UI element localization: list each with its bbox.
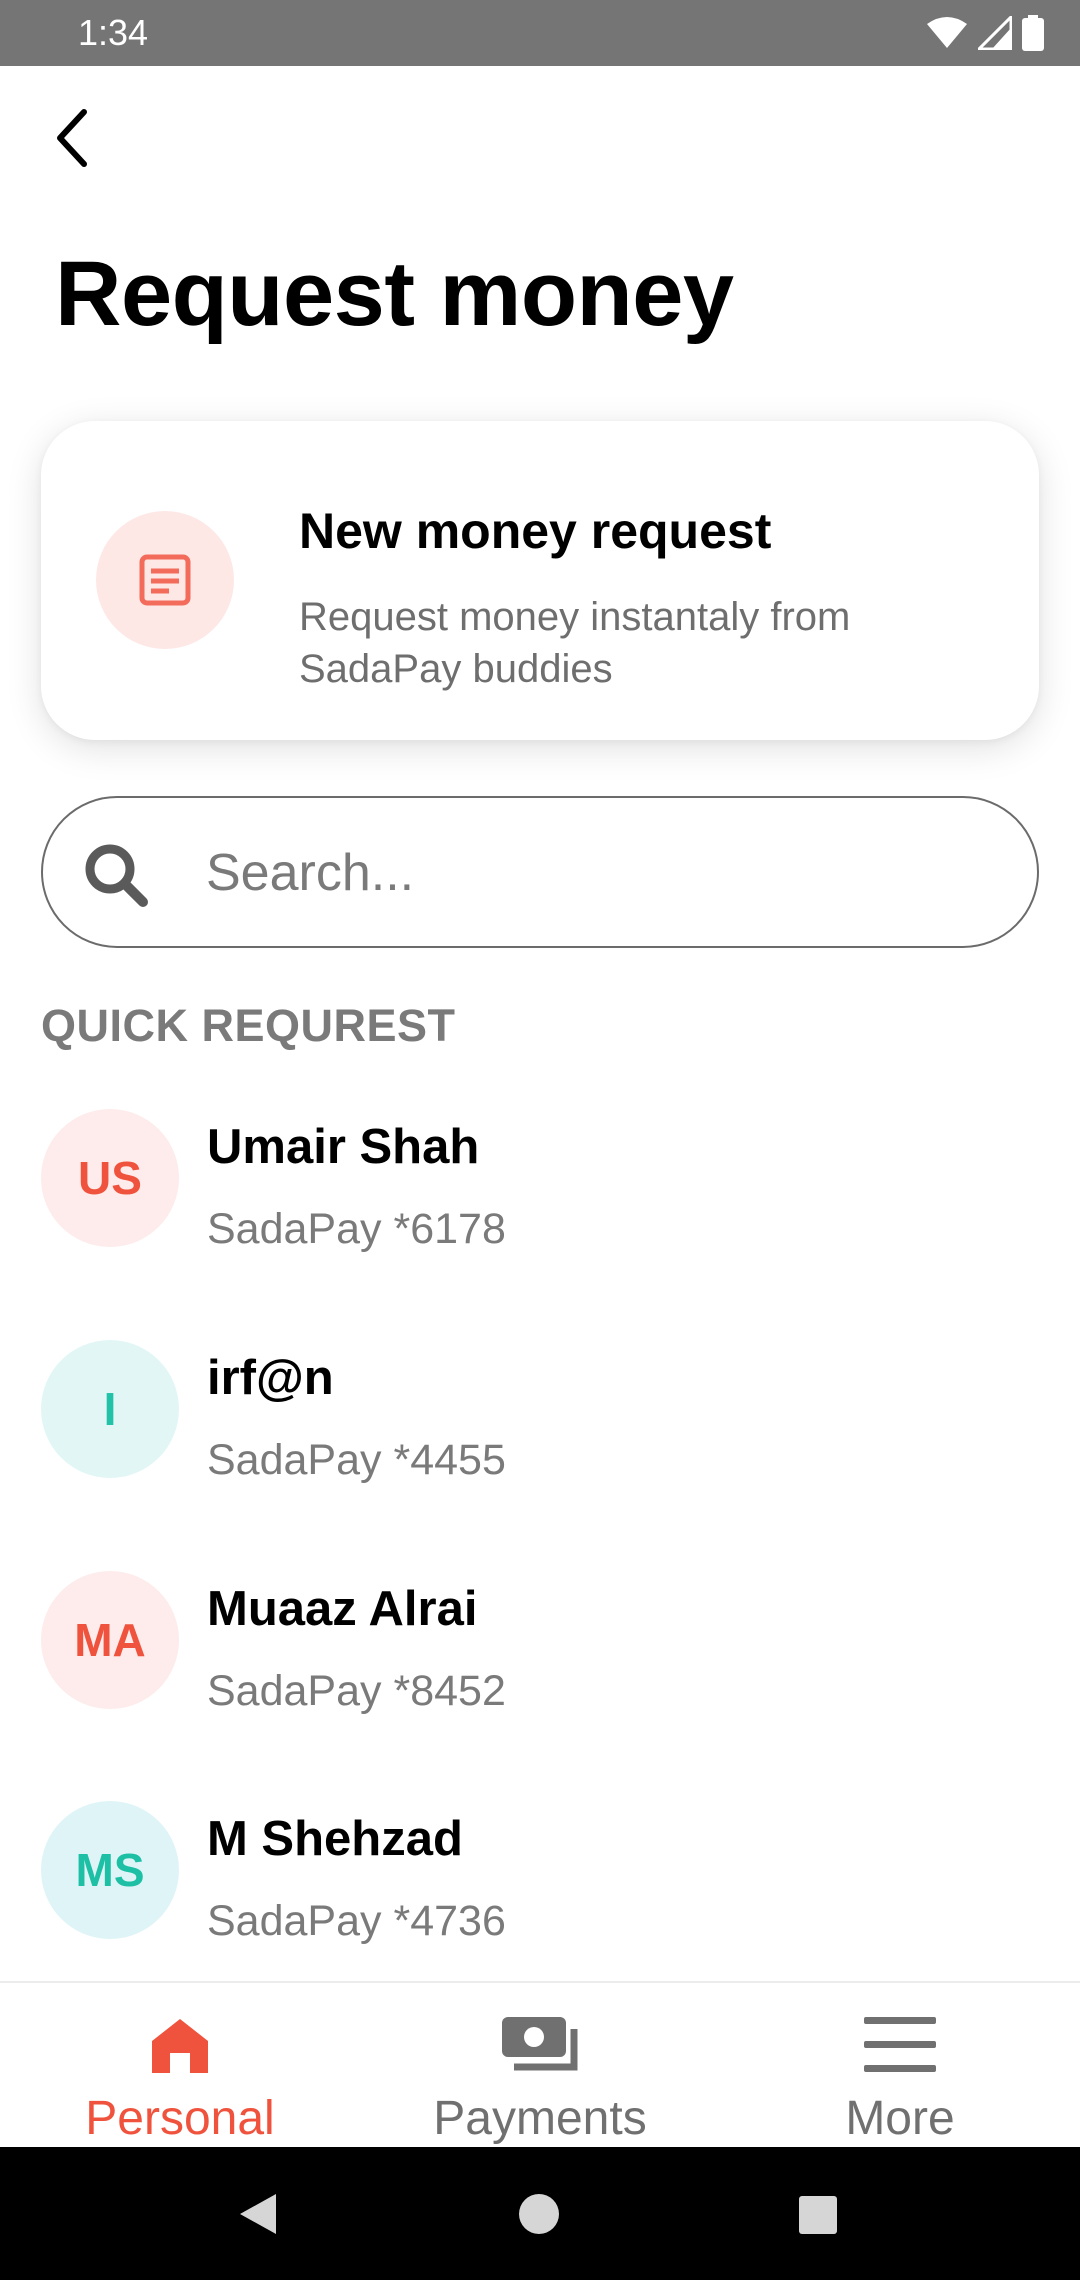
section-label: QUICK REQUREST: [41, 1000, 456, 1051]
status-time: 1:34: [78, 12, 149, 53]
battery-icon: [1022, 15, 1044, 51]
contact-name: Muaaz Alrai: [207, 1582, 478, 1636]
contact-item[interactable]: MS M Shehzad SadaPay *4736: [0, 1801, 1080, 2001]
status-bar: 1:34: [0, 0, 1080, 66]
new-request-title: New money request: [299, 503, 772, 559]
avatar: MS: [41, 1801, 179, 1939]
search-input[interactable]: [206, 828, 986, 918]
system-nav-bar: [0, 2147, 1080, 2280]
contact-name: M Shehzad: [207, 1812, 463, 1866]
avatar: I: [41, 1340, 179, 1478]
document-icon: [96, 511, 234, 649]
avatar: US: [41, 1109, 179, 1247]
system-home-icon[interactable]: [518, 2193, 560, 2235]
nav-more-label: More: [845, 2092, 955, 2145]
wifi-icon: [927, 17, 967, 48]
signal-icon: [978, 16, 1012, 50]
contact-account: SadaPay *6178: [207, 1205, 506, 1253]
new-money-request-card[interactable]: New money request Request money instanta…: [41, 421, 1039, 740]
search-box[interactable]: [41, 796, 1039, 948]
new-request-subtitle: Request money instantaly from SadaPay bu…: [299, 595, 851, 691]
contact-account: SadaPay *4455: [207, 1436, 506, 1484]
contact-account: SadaPay *8452: [207, 1667, 506, 1715]
search-icon: [85, 844, 148, 907]
back-button[interactable]: [40, 100, 104, 176]
avatar: MA: [41, 1571, 179, 1709]
home-icon: [135, 2005, 225, 2085]
contact-account: SadaPay *4736: [207, 1897, 506, 1945]
contact-name: irf@n: [207, 1351, 334, 1405]
contact-item[interactable]: MA Muaaz Alrai SadaPay *8452: [0, 1571, 1080, 1771]
menu-icon: [855, 2005, 945, 2085]
nav-payments[interactable]: Payments: [360, 1983, 720, 2149]
back-arrow-icon: [57, 109, 87, 167]
cash-icon: [495, 2005, 585, 2085]
page-title: Request money: [55, 243, 734, 345]
nav-more[interactable]: More: [720, 1983, 1080, 2149]
bottom-nav: Personal Payments More: [0, 1981, 1080, 2147]
system-recents-icon[interactable]: [798, 2195, 838, 2235]
contact-name: Umair Shah: [207, 1120, 480, 1174]
system-back-icon[interactable]: [236, 2191, 280, 2237]
nav-personal-label: Personal: [85, 2092, 275, 2145]
status-icons: [926, 14, 1044, 52]
contact-item[interactable]: US Umair Shah SadaPay *6178: [0, 1109, 1080, 1309]
nav-payments-label: Payments: [433, 2092, 647, 2145]
nav-personal[interactable]: Personal: [0, 1983, 360, 2149]
contact-item[interactable]: I irf@n SadaPay *4455: [0, 1340, 1080, 1540]
